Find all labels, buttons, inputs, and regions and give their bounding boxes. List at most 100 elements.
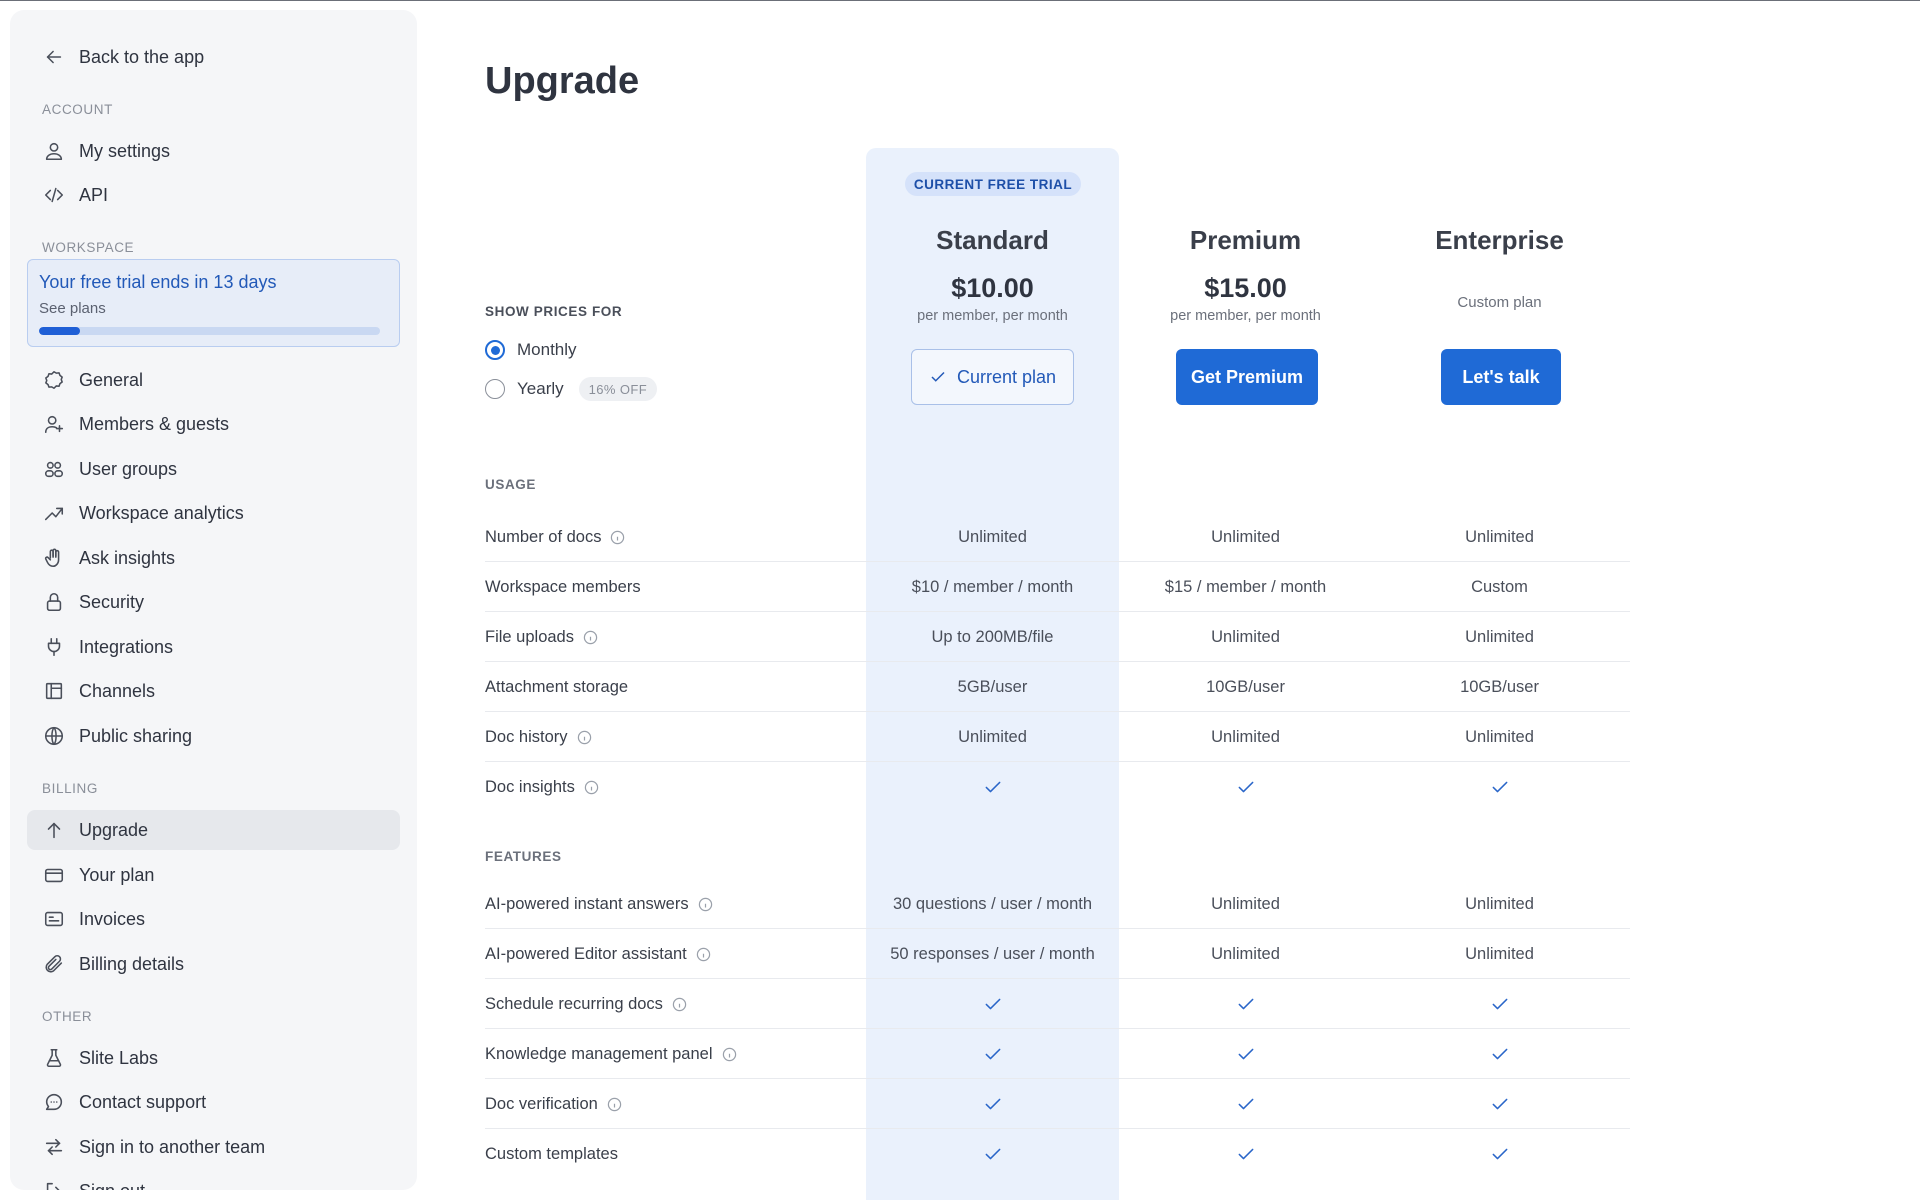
sidebar-item-integrations[interactable]: Integrations — [27, 627, 400, 667]
arrow-up-icon — [41, 817, 67, 843]
row-label: Schedule recurring docs — [485, 979, 687, 1029]
info-icon[interactable] — [610, 530, 625, 545]
sidebar-item-your-plan[interactable]: Your plan — [27, 855, 400, 895]
row-label-text: Doc insights — [485, 777, 575, 796]
sidebar-item-my-settings[interactable]: My settings — [27, 131, 400, 171]
sidebar-item-ask-insights[interactable]: Ask insights — [27, 538, 400, 578]
sidebar-item-sign-in-another-team[interactable]: Sign in to another team — [27, 1127, 400, 1167]
user-icon — [41, 138, 67, 164]
check-icon — [1119, 1029, 1372, 1079]
row-value: Unlimited — [1211, 894, 1280, 913]
row-label-text: File uploads — [485, 627, 574, 646]
check-icon — [1119, 1079, 1372, 1129]
gear-icon — [41, 367, 67, 393]
info-icon[interactable] — [698, 897, 713, 912]
sidebar-item-label: Slite Labs — [79, 1047, 159, 1068]
row-label-text: Schedule recurring docs — [485, 994, 663, 1013]
sidebar-item-label: Security — [79, 591, 145, 612]
comparison-row: Doc insights — [485, 762, 1630, 812]
info-icon[interactable] — [584, 780, 599, 795]
back-to-app-link[interactable]: Back to the app — [27, 37, 400, 77]
check-icon — [866, 1079, 1119, 1129]
sidebar-item-user-groups[interactable]: User groups — [27, 449, 400, 489]
chat-bubble-icon — [41, 1089, 67, 1115]
info-icon[interactable] — [607, 1097, 622, 1112]
sidebar-item-sign-out[interactable]: Sign out — [27, 1171, 400, 1190]
sign-out-icon — [41, 1178, 67, 1190]
sidebar-item-contact-support[interactable]: Contact support — [27, 1082, 400, 1122]
sidebar-item-workspace-analytics[interactable]: Workspace analytics — [27, 493, 400, 533]
sidebar-item-api[interactable]: API — [27, 175, 400, 215]
sidebar-item-label: API — [79, 184, 109, 205]
row-value: $15 / member / month — [1164, 577, 1327, 596]
sidebar-item-invoices[interactable]: Invoices — [27, 899, 400, 939]
billing-option-yearly[interactable]: Yearly 16% OFF — [485, 377, 658, 401]
sidebar-item-label: General — [79, 369, 144, 390]
row-label: AI-powered Editor assistant — [485, 929, 711, 979]
see-plans-link[interactable]: See plans — [39, 300, 106, 317]
get-premium-button[interactable]: Get Premium — [1176, 349, 1318, 405]
hand-icon — [41, 545, 67, 571]
section-billing: BILLING — [42, 781, 98, 796]
row-label-text: Doc history — [485, 727, 568, 746]
row-label: Number of docs — [485, 512, 625, 562]
row-value: Custom — [1471, 577, 1528, 596]
sidebar-item-label: Upgrade — [79, 819, 149, 840]
check-icon — [866, 762, 1119, 812]
row-value: Unlimited — [958, 727, 1027, 746]
row-label: Doc verification — [485, 1079, 622, 1129]
sidebar-item-slite-labs[interactable]: Slite Labs — [27, 1038, 400, 1078]
row-value: Unlimited — [1211, 727, 1280, 746]
sidebar-item-public-sharing[interactable]: Public sharing — [27, 716, 400, 756]
check-icon — [1373, 979, 1626, 1029]
row-label-text: Workspace members — [485, 577, 641, 596]
lets-talk-button[interactable]: Let's talk — [1441, 349, 1561, 405]
lock-icon — [41, 589, 67, 615]
info-icon[interactable] — [696, 947, 711, 962]
comparison-row: Workspace members $10 / member / month $15… — [485, 562, 1630, 612]
section-other: OTHER — [42, 1009, 93, 1024]
info-icon[interactable] — [577, 730, 592, 745]
row-label-text: Number of docs — [485, 527, 602, 546]
comparison-row: Doc history Unlimited Unlimited Unlimited — [485, 712, 1630, 762]
layout-icon — [41, 678, 67, 704]
row-label-text: Custom templates — [485, 1144, 618, 1163]
trend-up-icon — [41, 500, 67, 526]
comparison-row: AI-powered instant answers 30 questions /… — [485, 879, 1630, 929]
check-icon — [866, 1129, 1119, 1179]
current-plan-button[interactable]: Current plan — [911, 349, 1074, 405]
info-icon[interactable] — [672, 997, 687, 1012]
discount-badge: 16% OFF — [578, 377, 658, 401]
plan-name-premium: Premium — [1189, 225, 1302, 255]
sidebar-item-label: Ask insights — [79, 547, 176, 568]
sidebar-item-members-guests[interactable]: Members & guests — [27, 404, 400, 444]
sidebar-item-channels[interactable]: Channels — [27, 671, 400, 711]
sidebar-item-upgrade[interactable]: Upgrade — [27, 810, 400, 850]
comparison-row: Custom templates — [485, 1129, 1630, 1179]
trial-banner[interactable]: Your free trial ends in 13 days See plan… — [27, 259, 400, 347]
row-value: Unlimited — [1465, 627, 1534, 646]
section-account: ACCOUNT — [42, 102, 113, 117]
radio-monthly[interactable] — [485, 340, 505, 360]
sidebar-item-label: Contact support — [79, 1091, 207, 1112]
comparison-row: Schedule recurring docs — [485, 979, 1630, 1029]
settings-sidebar: Back to the app ACCOUNT My settings API … — [10, 10, 417, 1190]
row-label: Custom templates — [485, 1129, 618, 1179]
arrow-left-icon — [41, 44, 67, 70]
back-label: Back to the app — [79, 46, 205, 67]
comparison-row: Knowledge management panel — [485, 1029, 1630, 1079]
check-icon — [1119, 1129, 1372, 1179]
plan-name-enterprise: Enterprise — [1435, 225, 1564, 255]
monthly-label: Monthly — [517, 340, 577, 359]
row-value: 30 questions / user / month — [892, 894, 1093, 913]
sidebar-item-general[interactable]: General — [27, 360, 400, 400]
check-icon — [1119, 762, 1372, 812]
row-label: Workspace members — [485, 562, 641, 612]
billing-option-monthly[interactable]: Monthly — [485, 338, 577, 362]
radio-yearly[interactable] — [485, 379, 505, 399]
info-icon[interactable] — [722, 1047, 737, 1062]
info-icon[interactable] — [583, 630, 598, 645]
trial-progress-bar — [39, 327, 380, 335]
sidebar-item-security[interactable]: Security — [27, 582, 400, 622]
sidebar-item-billing-details[interactable]: Billing details — [27, 944, 400, 984]
